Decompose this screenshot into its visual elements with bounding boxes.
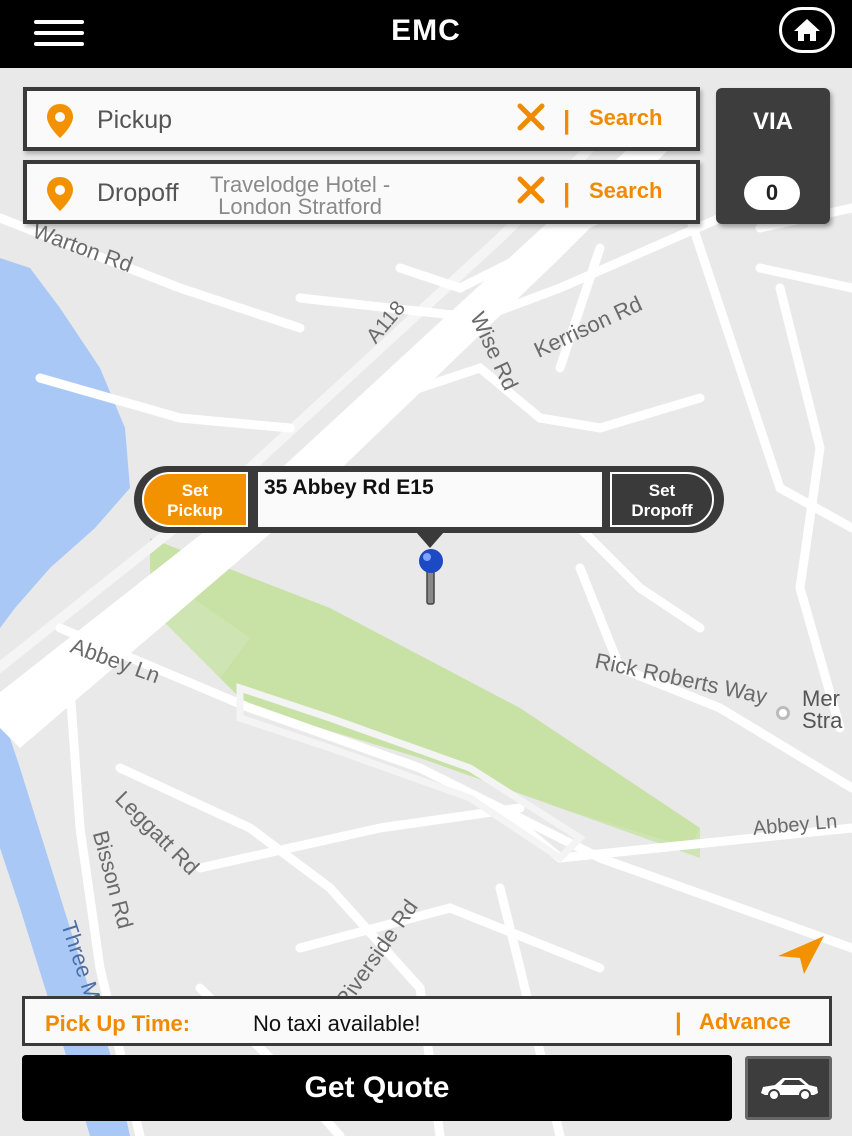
pickup-placeholder: Pickup — [97, 106, 173, 134]
via-label: VIA — [752, 108, 793, 135]
car-icon — [760, 1078, 818, 1101]
dropoff-placeholder: Dropoff — [97, 179, 179, 207]
separator: | — [675, 1009, 682, 1036]
get-quote-button[interactable]: Get Quote — [22, 1055, 732, 1121]
close-icon[interactable] — [515, 174, 547, 206]
pickup-time-value: No taxi available! — [253, 1011, 421, 1036]
app-title: EMC — [391, 14, 461, 47]
popup-address: 35 Abbey Rd E15 — [258, 472, 602, 527]
navigation-arrow-icon[interactable] — [774, 934, 828, 976]
set-pickup-button[interactable]: Set Pickup — [142, 472, 248, 527]
pickup-time-bar: Pick Up Time: No taxi available! | Advan… — [22, 996, 832, 1046]
dropoff-search-button[interactable]: Search — [589, 178, 662, 204]
close-icon[interactable] — [515, 101, 547, 133]
via-button[interactable]: VIA 0 — [716, 88, 830, 224]
app-header: EMC — [0, 0, 852, 68]
pickup-field[interactable]: Pickup | Search — [23, 87, 700, 151]
advance-button[interactable]: Advance — [699, 1009, 791, 1035]
pickup-time-label: Pick Up Time: — [45, 1011, 191, 1036]
map-label-travelodge: Travelodge Hotel - London Stratford — [210, 172, 391, 219]
map-label-mer-stra: Mer Stra — [802, 686, 843, 733]
set-dropoff-button[interactable]: Set Dropoff — [610, 472, 714, 527]
separator: | — [563, 105, 571, 135]
popup-tail — [416, 532, 444, 548]
poi-dot — [776, 706, 790, 720]
pickup-search-button[interactable]: Search — [589, 105, 662, 131]
via-count-badge: 0 — [744, 176, 800, 210]
location-pin-icon — [47, 177, 73, 211]
vehicle-select-button[interactable] — [745, 1056, 832, 1120]
home-button[interactable] — [779, 7, 835, 53]
separator: | — [563, 178, 571, 208]
address-popup: Set Pickup 35 Abbey Rd E15 Set Dropoff — [134, 466, 724, 548]
map-marker-icon[interactable] — [416, 548, 446, 606]
home-icon — [794, 19, 820, 41]
location-pin-icon — [47, 104, 73, 138]
